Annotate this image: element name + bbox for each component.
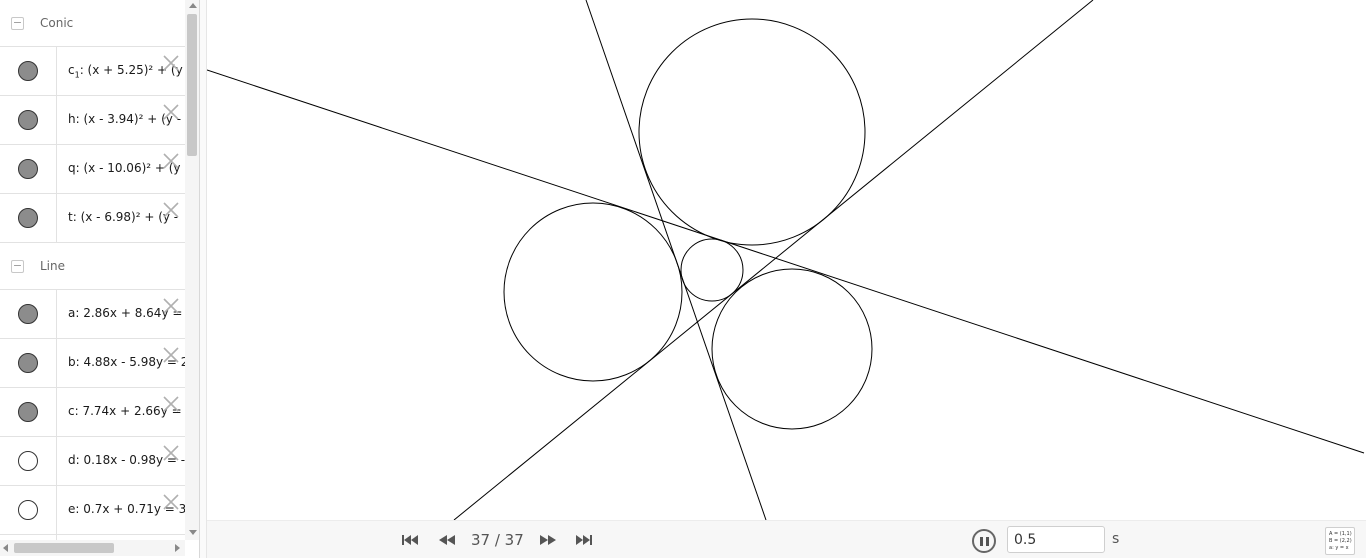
visibility-marble[interactable] — [18, 353, 38, 373]
marble-cell — [0, 47, 57, 95]
algebra-item-h[interactable]: h: (x - 3.94)² + (y - — [0, 96, 185, 145]
step-counter: 37 / 37 — [471, 531, 524, 549]
algebra-item-c[interactable]: c: 7.74x + 2.66y = — [0, 388, 185, 437]
play-speed-input[interactable] — [1007, 526, 1105, 553]
visibility-marble[interactable] — [18, 304, 38, 324]
circle-top[interactable] — [638, 18, 866, 246]
algebra-item-c1[interactable]: c1: (x + 5.25)² + (y — [0, 47, 185, 96]
graphics-view[interactable] — [207, 0, 1366, 520]
visibility-marble[interactable] — [18, 159, 38, 179]
close-icon[interactable] — [161, 296, 181, 316]
tangent-line-a[interactable] — [207, 69, 1365, 454]
toggle-icon-line: B = (2,2) — [1329, 538, 1352, 544]
marble-cell — [0, 145, 57, 193]
close-icon[interactable] — [161, 394, 181, 414]
group-title: Line — [40, 259, 66, 273]
geogebra-app: − Conic c1: (x + 5.25)² + (y h: (x - 3.9… — [0, 0, 1366, 558]
marble-cell — [0, 486, 57, 534]
close-icon[interactable] — [161, 345, 181, 365]
circle-incircle[interactable] — [680, 238, 744, 302]
algebra-item-a[interactable]: a: 2.86x + 8.64y = — [0, 290, 185, 339]
visibility-marble[interactable] — [18, 451, 38, 471]
visibility-marble[interactable] — [18, 208, 38, 228]
previous-step-icon[interactable] — [436, 532, 458, 548]
first-step-icon[interactable] — [399, 532, 421, 548]
close-icon[interactable] — [161, 443, 181, 463]
scrollbar-thumb[interactable] — [187, 14, 197, 156]
close-icon[interactable] — [161, 53, 181, 73]
visibility-marble[interactable] — [18, 61, 38, 81]
tangent-line-c[interactable] — [453, 0, 1094, 520]
visibility-marble[interactable] — [18, 110, 38, 130]
marble-cell — [0, 96, 57, 144]
close-icon[interactable] — [161, 151, 181, 171]
scrollbar-thumb[interactable] — [14, 543, 114, 553]
object-name: h — [68, 112, 76, 126]
toggle-icon-line: a: y = x — [1329, 545, 1349, 551]
marble-cell — [0, 290, 57, 338]
algebra-list: − Conic c1: (x + 5.25)² + (y h: (x - 3.9… — [0, 0, 185, 540]
pause-icon — [986, 537, 989, 546]
collapse-icon[interactable]: − — [11, 260, 24, 273]
panel-divider[interactable] — [200, 0, 207, 558]
visibility-marble[interactable] — [18, 500, 38, 520]
vertical-scrollbar[interactable] — [185, 0, 199, 540]
algebra-item-q[interactable]: q: (x - 10.06)² + (y — [0, 145, 185, 194]
object-name: c — [68, 63, 75, 77]
marble-cell — [0, 437, 57, 485]
pause-button[interactable] — [972, 529, 996, 553]
last-step-icon[interactable] — [573, 532, 595, 548]
collapse-icon[interactable]: − — [11, 17, 24, 30]
pause-icon — [980, 537, 983, 546]
algebra-item-d[interactable]: d: 0.18x - 0.98y = - — [0, 437, 185, 486]
group-header-line[interactable]: − Line — [0, 243, 185, 290]
algebra-view: − Conic c1: (x + 5.25)² + (y h: (x - 3.9… — [0, 0, 200, 558]
close-icon[interactable] — [161, 200, 181, 220]
marble-cell — [0, 388, 57, 436]
algebra-view-toggle-button[interactable]: A = (1,1) B = (2,2) a: y = x — [1325, 527, 1355, 555]
object-name: b — [68, 355, 76, 369]
scroll-right-arrow-icon[interactable] — [175, 544, 180, 552]
object-name: d — [68, 453, 76, 467]
algebra-item-e[interactable]: e: 0.7x + 0.71y = 3 — [0, 486, 185, 535]
next-step-icon[interactable] — [537, 532, 559, 548]
group-header-conic[interactable]: − Conic — [0, 0, 185, 47]
circle-right[interactable] — [711, 268, 873, 430]
object-name: q — [68, 161, 76, 175]
close-icon[interactable] — [161, 102, 181, 122]
algebra-item-t[interactable]: t: (x - 6.98)² + (y - — [0, 194, 185, 243]
object-name: c — [68, 404, 75, 418]
scroll-up-arrow-icon[interactable] — [189, 3, 197, 8]
construction-navigation-bar: 37 / 37 s A = (1,1) B = (2,2) a: y = x — [207, 520, 1366, 558]
circle-left[interactable] — [503, 202, 683, 382]
visibility-marble[interactable] — [18, 402, 38, 422]
speed-unit-label: s — [1112, 531, 1120, 547]
graphics-canvas[interactable] — [207, 0, 1366, 520]
horizontal-scrollbar[interactable] — [0, 540, 185, 556]
algebra-item-b[interactable]: b: 4.88x - 5.98y = 2 — [0, 339, 185, 388]
marble-cell — [0, 194, 57, 242]
scroll-left-arrow-icon[interactable] — [3, 544, 8, 552]
toggle-icon-line: A = (1,1) — [1329, 531, 1352, 537]
scroll-down-arrow-icon[interactable] — [189, 530, 197, 535]
close-icon[interactable] — [161, 492, 181, 512]
marble-cell — [0, 339, 57, 387]
group-title: Conic — [40, 16, 74, 30]
